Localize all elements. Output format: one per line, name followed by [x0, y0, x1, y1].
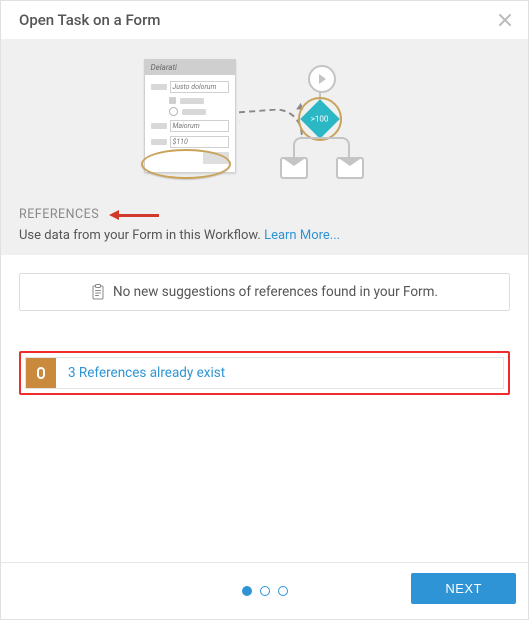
modal-footer: NEXT — [1, 562, 528, 619]
mail-node-icon — [336, 157, 364, 179]
no-suggestions-box: No new suggestions of references found i… — [19, 273, 510, 311]
modal-header: Open Task on a Form — [1, 1, 528, 39]
illustration-form: Delarati Justo dolorum Maiorum $110 — [144, 59, 236, 173]
step-dot[interactable] — [278, 586, 288, 596]
existing-references-highlight: 3 References already exist — [19, 351, 510, 395]
annotation-arrow-icon — [109, 210, 159, 220]
step-dot[interactable] — [242, 586, 252, 596]
illustration-workflow: >100 — [256, 59, 386, 189]
modal-title: Open Task on a Form — [19, 11, 160, 29]
references-icon — [26, 358, 56, 388]
references-heading-row: REFERENCES — [19, 207, 510, 222]
existing-references-text: 3 References already exist — [56, 365, 237, 381]
illustration: Delarati Justo dolorum Maiorum $110 > — [19, 59, 510, 189]
references-description: Use data from your Form in this Workflow… — [19, 228, 510, 243]
close-icon[interactable] — [498, 13, 512, 27]
play-node-icon — [308, 65, 336, 93]
clipboard-icon — [91, 284, 105, 300]
next-button[interactable]: NEXT — [411, 573, 516, 604]
step-dot[interactable] — [260, 586, 270, 596]
references-title: REFERENCES — [19, 207, 99, 222]
modal: Open Task on a Form Delarati Justo dolor… — [0, 0, 529, 620]
modal-body: No new suggestions of references found i… — [1, 255, 528, 562]
existing-references-row[interactable]: 3 References already exist — [25, 357, 504, 389]
step-indicator — [242, 586, 288, 596]
learn-more-link[interactable]: Learn More... — [264, 228, 340, 243]
decision-node-icon: >100 — [302, 101, 338, 137]
hero-section: Delarati Justo dolorum Maiorum $110 > — [1, 39, 528, 255]
no-suggestions-text: No new suggestions of references found i… — [113, 284, 438, 300]
mail-node-icon — [280, 157, 308, 179]
